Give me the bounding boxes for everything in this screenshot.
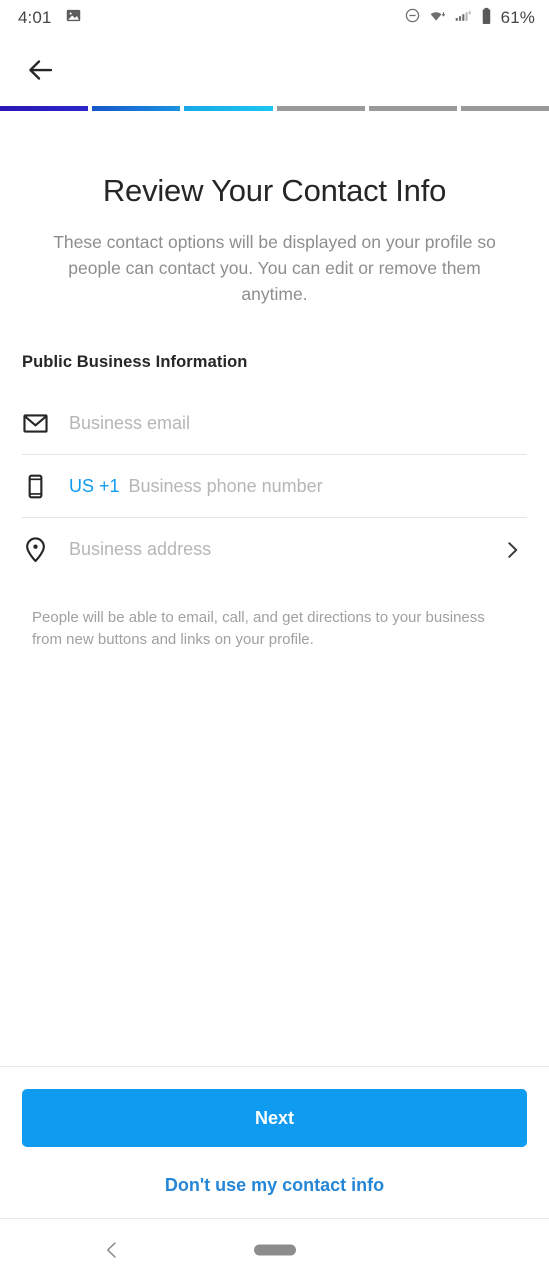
bottom-action-bar: Next Don't use my contact info [0, 1066, 549, 1218]
system-navigation-bar [0, 1218, 549, 1280]
envelope-icon [22, 410, 60, 437]
contact-fields-list: Business email US +1 Business phone numb… [22, 392, 527, 581]
back-arrow-icon [26, 55, 56, 88]
business-email-placeholder: Business email [69, 412, 191, 433]
page-subtitle: These contact options will be displayed … [53, 232, 496, 304]
status-bar-left: 4:01 [18, 7, 82, 29]
business-address-input[interactable]: Business address [60, 539, 501, 560]
nav-back-chevron-icon[interactable] [92, 1230, 132, 1270]
do-not-disturb-icon [404, 7, 421, 29]
nav-home-pill[interactable] [253, 1244, 296, 1255]
app-top-bar [0, 36, 549, 106]
business-email-input[interactable]: Business email [60, 413, 527, 434]
business-phone-input[interactable]: US +1 Business phone number [60, 476, 527, 497]
app-screen: 4:01 61% Review Your Contact Info These … [0, 0, 549, 1280]
status-bar-right: 61% [404, 7, 535, 30]
main-content: Review Your Contact Info These contact o… [0, 111, 549, 1066]
next-button[interactable]: Next [22, 1089, 527, 1147]
page-title: Review Your Contact Info [102, 173, 447, 208]
location-pin-icon [22, 536, 60, 563]
business-phone-field-row[interactable]: US +1 Business phone number [22, 455, 527, 518]
image-icon [65, 7, 82, 29]
smartphone-icon [22, 473, 60, 500]
business-email-field-row[interactable]: Business email [22, 392, 527, 455]
status-time: 4:01 [18, 8, 52, 27]
business-address-placeholder: Business address [69, 539, 212, 559]
battery-percent: 61% [500, 8, 535, 27]
dont-use-contact-info-link[interactable]: Don't use my contact info [22, 1169, 527, 1204]
battery-icon [480, 7, 493, 30]
cellular-signal-icon [454, 7, 473, 29]
chevron-right-icon[interactable] [501, 539, 527, 561]
contact-helper-text: People will be able to email, call, and … [32, 609, 485, 648]
status-bar: 4:01 61% [0, 0, 549, 36]
back-button[interactable] [20, 50, 62, 92]
business-address-field-row[interactable]: Business address [22, 518, 527, 581]
phone-country-prefix[interactable]: US +1 [69, 476, 120, 497]
section-header-public-business-information: Public Business Information [22, 353, 248, 371]
business-phone-placeholder: Business phone number [128, 475, 323, 496]
wifi-icon [428, 7, 447, 29]
